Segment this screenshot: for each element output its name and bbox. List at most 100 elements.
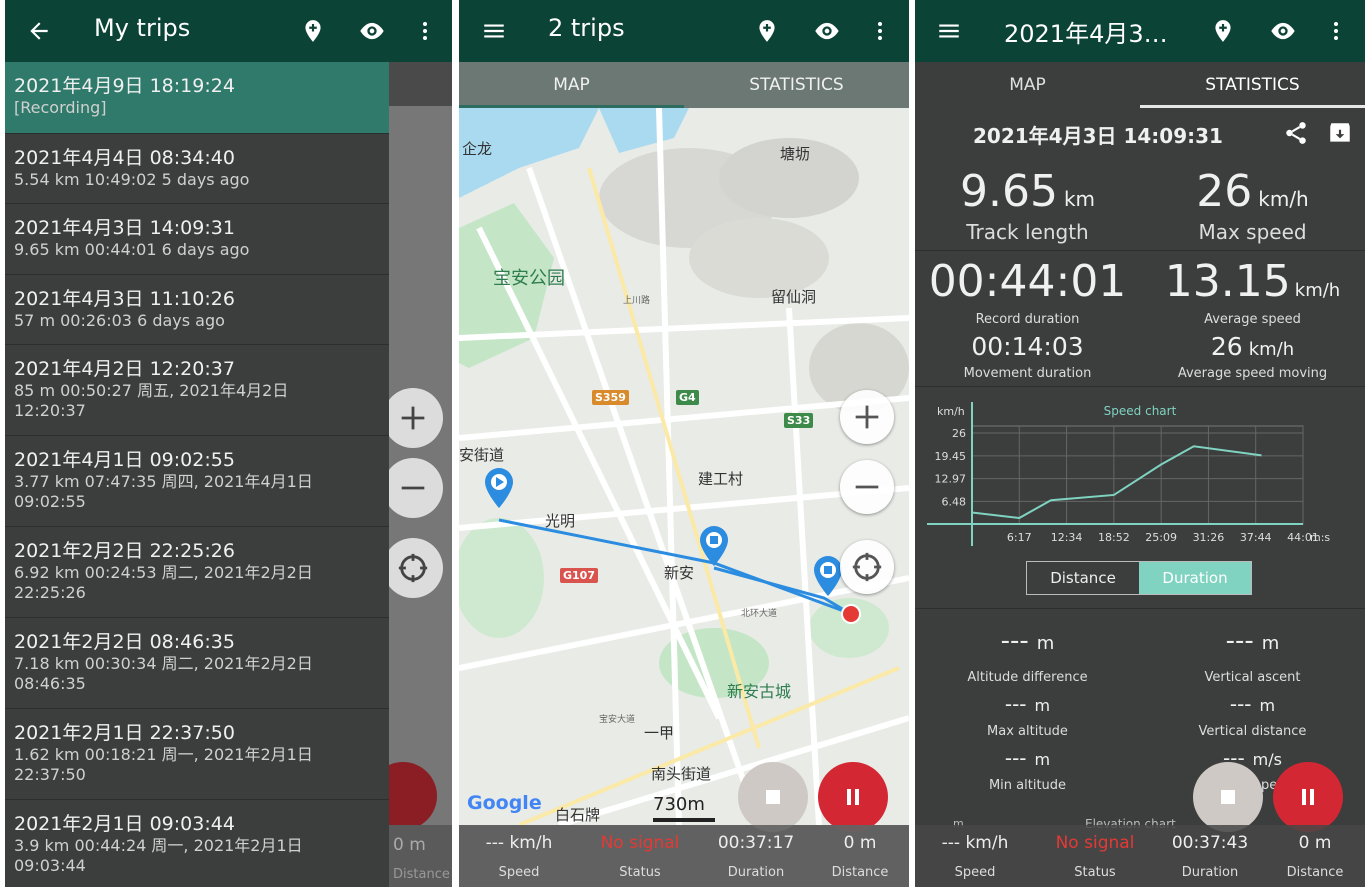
plot-frame [971, 425, 1304, 525]
scale-bar [653, 818, 715, 822]
add-marker-button[interactable] [749, 13, 785, 49]
menu-button[interactable] [476, 13, 512, 49]
trips-screen: 0 m Distance My trips 2021年4月9日 18:19:24… [5, 0, 452, 887]
back-arrow-icon [30, 22, 48, 40]
pause-icon [1302, 789, 1314, 805]
add-marker-button[interactable] [1205, 13, 1241, 49]
app-bar: My trips [5, 0, 452, 62]
trip-details: 7.18 km 00:30:34 周二, 2021年2月2日 [14, 654, 313, 673]
trip-date: 2021年4月4日 08:34:40 [14, 147, 235, 169]
y-axis-label: km/h [937, 405, 965, 418]
minus-icon [401, 486, 425, 490]
trip-details-cont: 09:02:55 [14, 492, 86, 511]
min-altitude-value: --- m [1004, 746, 1051, 770]
tab-bar: MAP STATISTICS [459, 62, 909, 108]
locate-button[interactable] [840, 540, 894, 594]
trip-details-cont: 12:20:37 [14, 401, 86, 420]
max-speed-label: Max speed [1198, 220, 1307, 244]
trip-date: 2021年2月1日 09:03:44 [14, 813, 235, 835]
duration-value: 00:37:43 [1171, 833, 1249, 853]
statistics-screen: 2021年4月3… MAP STATISTICS 2021年4月3日 14:09… [915, 0, 1365, 887]
add-marker-button[interactable] [295, 13, 331, 49]
trip-item[interactable]: 2021年2月1日 22:37:50 1.62 km 00:18:21 周一, … [5, 709, 389, 800]
crosshair-icon [398, 553, 428, 583]
visibility-button[interactable] [809, 13, 845, 49]
share-button[interactable] [1283, 120, 1309, 150]
trip-item[interactable]: 2021年2月2日 22:25:26 6.92 km 00:24:53 周二, … [5, 527, 389, 618]
trip-item[interactable]: 2021年4月2日 12:20:37 85 m 00:50:27 周五, 202… [5, 345, 389, 436]
zoom-in-button-peek [383, 388, 443, 448]
x-tick-label: 18:52 [1098, 531, 1130, 544]
trip-details: 57 m 00:26:03 6 days ago [14, 311, 225, 330]
google-logo: Google [467, 792, 542, 814]
menu-button[interactable] [931, 13, 967, 49]
average-speed-moving-value: 26 km/h [1210, 332, 1295, 361]
stop-button[interactable] [1193, 762, 1263, 832]
trip-date: 2021年4月1日 09:02:55 [14, 449, 235, 471]
distance-toggle[interactable]: Distance [1027, 562, 1139, 594]
y-tick-label: 6.48 [942, 495, 967, 508]
stop-button[interactable] [738, 762, 808, 832]
speed-value: --- km/h [941, 833, 1009, 853]
trip-list: 2021年4月9日 18:19:24 [Recording] 2021年4月4日… [5, 62, 389, 887]
map-label: 新安 [664, 564, 695, 582]
map-label: 留仙洞 [771, 288, 817, 306]
tab-statistics[interactable]: STATISTICS [1140, 62, 1365, 108]
zoom-out-button-peek [383, 458, 443, 518]
map-pin-plus-icon [305, 20, 321, 42]
zoom-out-button[interactable] [840, 460, 894, 514]
map-label: 新安古城 [727, 682, 792, 701]
max-altitude-label: Max altitude [987, 724, 1068, 739]
more-vert-icon [423, 22, 427, 40]
trip-item[interactable]: 2021年4月1日 09:02:55 3.77 km 07:47:35 周四, … [5, 436, 389, 527]
tab-map[interactable]: MAP [915, 62, 1140, 108]
map-label: 企龙 [462, 140, 493, 158]
map-label: 塘坜 [780, 145, 811, 163]
distance-cell: 0 m Distance [811, 825, 909, 887]
map-view[interactable]: 企龙 塘坜 宝安公园 留仙洞 安街道 光明 建工村 新安 新安古城 一甲 南头街… [459, 108, 909, 825]
overflow-menu-button[interactable] [407, 13, 443, 49]
trip-item[interactable]: 2021年4月3日 14:09:31 9.65 km 00:44:01 6 da… [5, 204, 389, 275]
map-label: 宝安公园 [493, 268, 565, 289]
altitude-difference-label: Altitude difference [967, 670, 1088, 685]
y-tick-label: 26 [952, 427, 966, 440]
overflow-menu-button[interactable] [1318, 13, 1354, 49]
pause-button[interactable] [818, 762, 888, 832]
visibility-button[interactable] [354, 13, 390, 49]
trip-item[interactable]: 2021年4月4日 08:34:40 5.54 km 10:49:02 5 da… [5, 134, 389, 204]
overflow-menu-button[interactable] [862, 13, 898, 49]
app-bar: 2021年4月3… [915, 0, 1365, 62]
trip-date: 2021年4月9日 18:19:24 [14, 75, 235, 97]
trip-item[interactable]: 2021年4月3日 11:10:26 57 m 00:26:03 6 days … [5, 275, 389, 345]
speed-label: Speed [954, 865, 996, 880]
record-duration-label: Record duration [975, 312, 1080, 327]
status-label: Status [1074, 865, 1116, 880]
back-button[interactable] [21, 13, 57, 49]
tab-statistics[interactable]: STATISTICS [684, 62, 909, 108]
status-label: Status [619, 865, 661, 880]
map-screen: 企龙 塘坜 宝安公园 留仙洞 安街道 光明 建工村 新安 新安古城 一甲 南头街… [459, 0, 909, 887]
duration-toggle[interactable]: Duration [1139, 562, 1251, 594]
zoom-in-button[interactable] [840, 390, 894, 444]
trip-details: 6.92 km 00:24:53 周二, 2021年2月2日 [14, 563, 313, 582]
pause-button[interactable] [1273, 762, 1343, 832]
hamburger-icon [484, 24, 504, 38]
trip-item[interactable]: 2021年4月9日 18:19:24 [Recording] [5, 62, 389, 134]
trip-details-cont: 09:03:44 [14, 856, 86, 875]
map-pin-plus-icon [759, 20, 775, 42]
trip-item[interactable]: 2021年2月1日 09:03:44 3.9 km 00:44:24 周一, 2… [5, 800, 389, 887]
distance-label: Distance [831, 865, 889, 880]
speed-cell: --- km/h Speed [915, 825, 1035, 887]
trip-item[interactable]: 2021年2月2日 08:46:35 7.18 km 00:30:34 周二, … [5, 618, 389, 709]
duration-label: Duration [727, 865, 785, 880]
trip-details: 1.62 km 00:18:21 周一, 2021年2月1日 [14, 745, 313, 764]
status-bar: --- km/h Speed No signal Status 00:37:17… [459, 825, 909, 887]
movement-duration-label: Movement duration [963, 366, 1092, 381]
tab-map[interactable]: MAP [459, 62, 684, 108]
visibility-button[interactable] [1265, 13, 1301, 49]
map-label: 南头街道 [651, 765, 712, 783]
vertical-speed-value: --- m/s [1223, 746, 1282, 770]
track-length-value: 9.65 km [959, 166, 1096, 217]
duration-label: Duration [1181, 865, 1239, 880]
archive-button[interactable] [1327, 120, 1353, 150]
